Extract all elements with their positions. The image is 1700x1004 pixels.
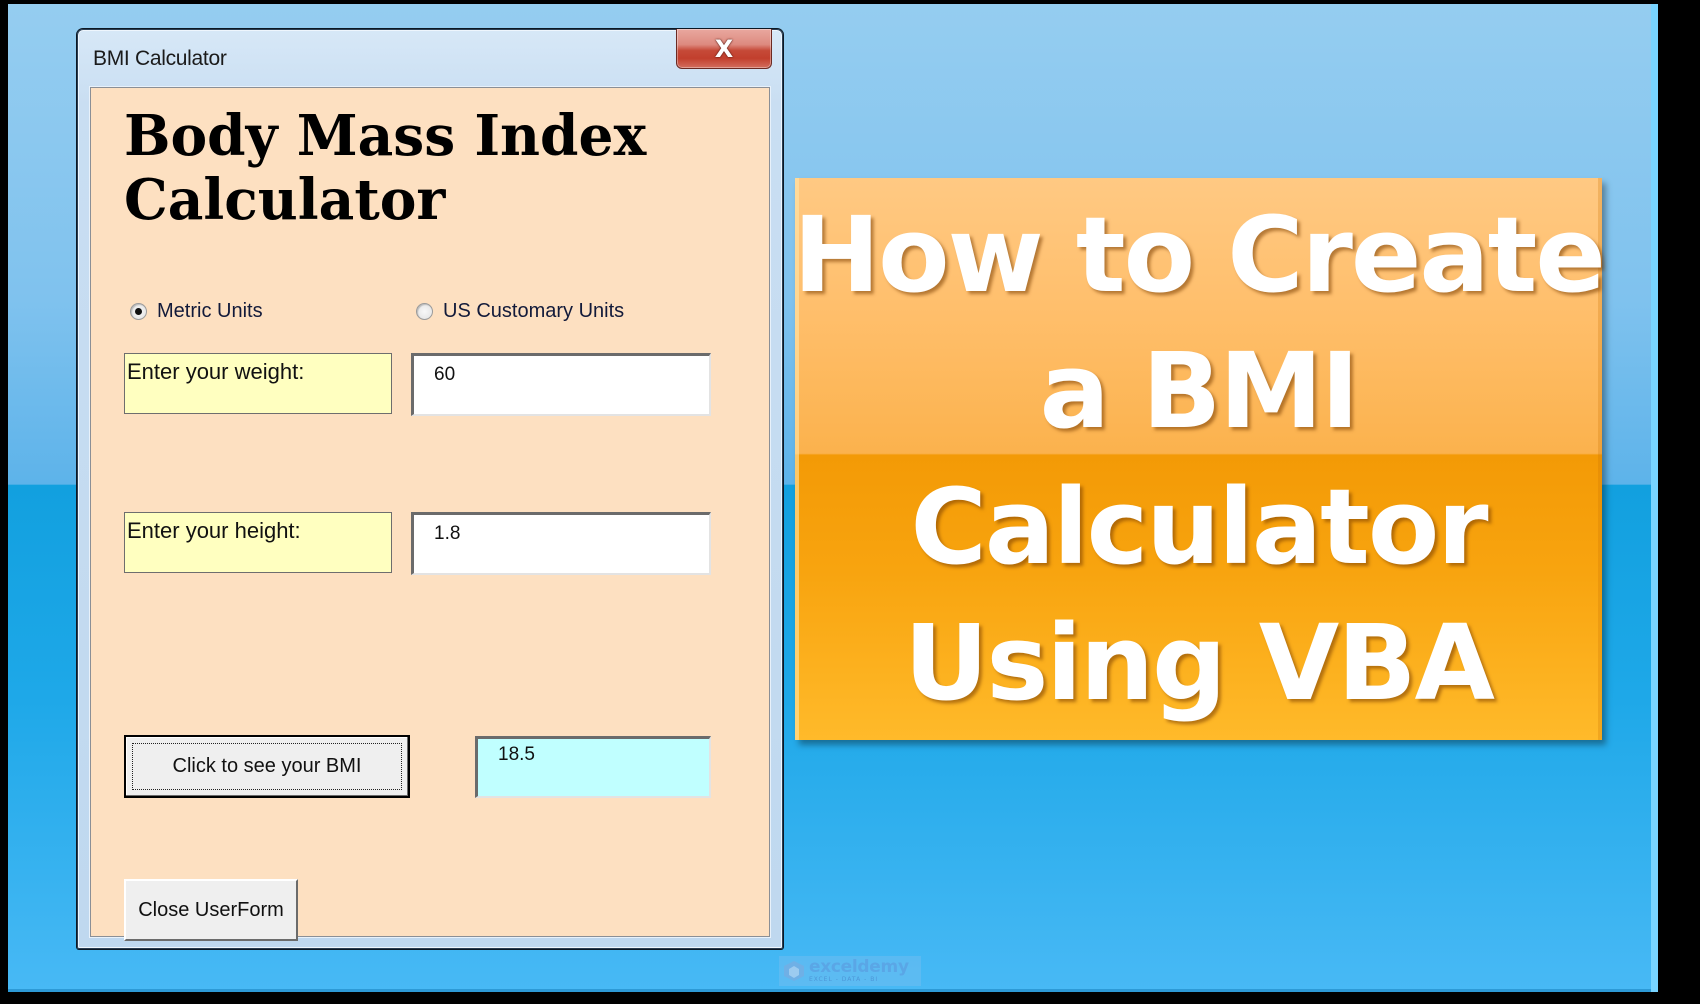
radio-checked-icon: [130, 303, 147, 320]
bmi-calculator-window: BMI Calculator X Body Mass Index Calcula…: [77, 29, 783, 949]
us-customary-units-radio[interactable]: US Customary Units: [416, 300, 624, 323]
metric-units-label: Metric Units: [157, 300, 263, 322]
exceldemy-watermark: exceldemy EXCEL - DATA - BI: [779, 956, 921, 986]
banner-line-3: Calculator: [910, 466, 1488, 588]
heading-line-1: Body Mass Index: [124, 101, 647, 169]
banner-line-1: How to Create: [793, 194, 1606, 316]
height-input[interactable]: 1.8: [411, 512, 711, 575]
banner-line-4: Using VBA: [904, 602, 1495, 724]
close-userform-label: Close UserForm: [138, 898, 284, 921]
watermark-brand: exceldemy: [809, 957, 909, 977]
window-close-button[interactable]: X: [676, 29, 772, 69]
window-title: BMI Calculator: [93, 47, 227, 70]
focus-rectangle: [132, 743, 402, 790]
bmi-result-field[interactable]: 18.5: [475, 736, 711, 798]
exceldemy-logo-icon: [783, 960, 805, 982]
calculate-bmi-button[interactable]: Click to see your BMI: [124, 735, 410, 798]
watermark-tagline: EXCEL - DATA - BI: [809, 976, 879, 983]
title-banner: How to Create a BMI Calculator Using VBA: [793, 178, 1606, 740]
banner-line-2: a BMI: [1039, 330, 1360, 452]
weight-label: Enter your weight:: [124, 353, 392, 414]
close-userform-button[interactable]: Close UserForm: [124, 879, 298, 941]
height-label: Enter your height:: [124, 512, 392, 573]
close-icon: X: [714, 34, 734, 63]
userform-pane: Body Mass Index Calculator Metric Units …: [90, 87, 770, 941]
metric-units-radio[interactable]: Metric Units: [130, 300, 263, 323]
heading-line-2: Calculator: [124, 165, 446, 233]
us-customary-units-label: US Customary Units: [443, 300, 625, 322]
form-heading: Body Mass Index Calculator: [124, 103, 744, 232]
desktop-background: BMI Calculator X Body Mass Index Calcula…: [8, 4, 1658, 992]
radio-unchecked-icon: [416, 303, 433, 320]
weight-input[interactable]: 60: [411, 353, 711, 416]
